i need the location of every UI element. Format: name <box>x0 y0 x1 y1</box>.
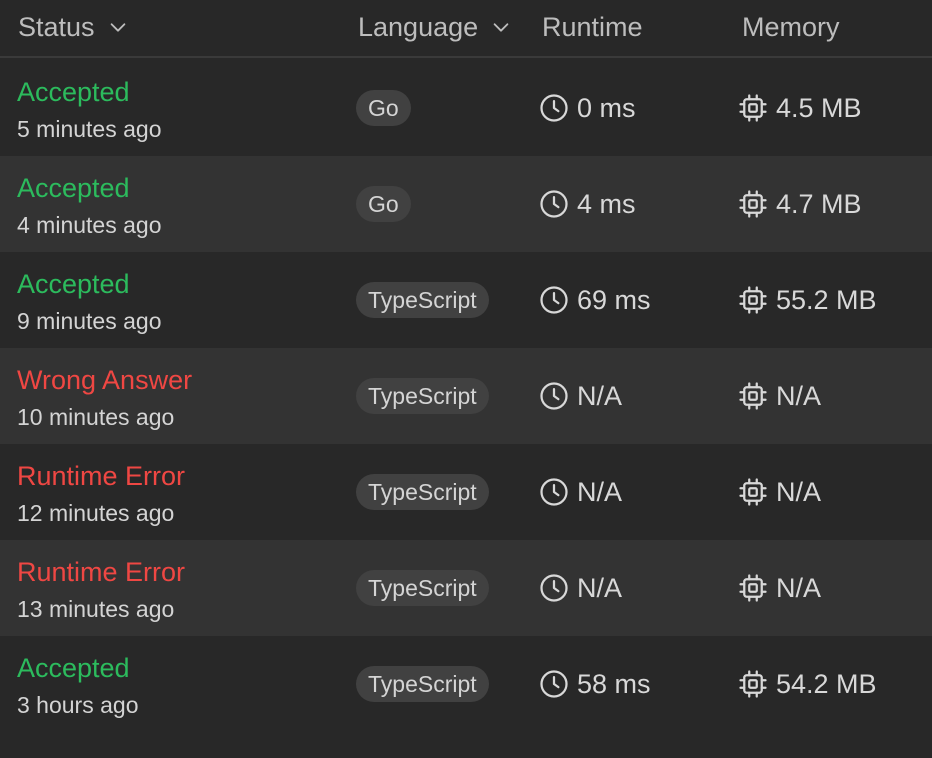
status-header-label: Status <box>18 12 95 42</box>
language-badge: Go <box>356 186 411 222</box>
runtime-value: N/A <box>539 570 622 606</box>
submission-row[interactable]: Runtime Error 13 minutes ago TypeScript … <box>0 540 932 636</box>
submission-time: 4 minutes ago <box>17 212 162 238</box>
language-badge: TypeScript <box>356 282 489 318</box>
memory-text: 54.2 MB <box>776 669 877 699</box>
submission-time: 5 minutes ago <box>17 116 162 142</box>
submission-time: 3 hours ago <box>17 692 139 718</box>
runtime-value: 58 ms <box>539 666 651 702</box>
memory-text: 4.5 MB <box>776 93 862 123</box>
memory-value: N/A <box>738 474 821 510</box>
submission-row[interactable]: Accepted 4 minutes ago Go 4 ms 4.7 MB <box>0 156 932 252</box>
cpu-chip-icon <box>739 478 767 506</box>
memory-value: 4.5 MB <box>738 90 862 126</box>
submission-row[interactable]: Accepted 3 hours ago TypeScript 58 ms 54… <box>0 636 932 732</box>
language-badge: TypeScript <box>356 474 489 510</box>
memory-value: 55.2 MB <box>738 282 877 318</box>
submissions-table: Status Language Runtime Memory Accepted … <box>0 0 932 758</box>
runtime-value: 0 ms <box>539 90 636 126</box>
runtime-header: Runtime <box>542 12 643 42</box>
runtime-text: N/A <box>577 477 623 507</box>
submission-row[interactable]: Wrong Answer 10 minutes ago TypeScript N… <box>0 348 932 444</box>
runtime-value: 4 ms <box>539 186 636 222</box>
submission-status[interactable]: Runtime Error <box>17 460 185 492</box>
submission-status[interactable]: Runtime Error <box>17 556 185 588</box>
runtime-text: 69 ms <box>577 285 651 315</box>
memory-value: 54.2 MB <box>738 666 877 702</box>
submission-row[interactable]: Accepted 9 minutes ago TypeScript 69 ms … <box>0 252 932 348</box>
runtime-text: 0 ms <box>577 93 636 123</box>
clock-icon <box>540 382 568 410</box>
runtime-value: N/A <box>539 474 622 510</box>
cpu-chip-icon <box>739 190 767 218</box>
submission-status[interactable]: Accepted <box>17 268 130 300</box>
cpu-chip-icon <box>739 94 767 122</box>
language-header-label: Language <box>358 12 479 42</box>
cpu-chip-icon <box>739 670 767 698</box>
submission-time: 12 minutes ago <box>17 500 175 526</box>
cpu-chip-icon <box>739 382 767 410</box>
memory-value: 4.7 MB <box>738 186 862 222</box>
clock-icon <box>540 478 568 506</box>
submission-time: 9 minutes ago <box>17 308 162 334</box>
memory-text: 55.2 MB <box>776 285 877 315</box>
runtime-text: N/A <box>577 381 623 411</box>
submission-row[interactable]: Runtime Error 12 minutes ago TypeScript … <box>0 444 932 540</box>
submission-status[interactable]: Accepted <box>17 172 130 204</box>
clock-icon <box>540 94 568 122</box>
submission-status[interactable]: Wrong Answer <box>17 364 192 396</box>
memory-text: N/A <box>776 477 822 507</box>
table-header: Status Language Runtime Memory <box>0 0 932 58</box>
memory-text: N/A <box>776 381 822 411</box>
language-badge: TypeScript <box>356 666 489 702</box>
runtime-header-label: Runtime <box>542 12 643 42</box>
submission-status[interactable]: Accepted <box>17 76 130 108</box>
chevron-down-icon <box>493 23 509 32</box>
language-badge: Go <box>356 90 411 126</box>
runtime-value: N/A <box>539 378 622 414</box>
memory-header-label: Memory <box>742 12 840 42</box>
language-badge: TypeScript <box>356 378 489 414</box>
status-filter[interactable]: Status <box>18 12 129 42</box>
submission-status[interactable]: Accepted <box>17 652 130 684</box>
clock-icon <box>540 190 568 218</box>
submission-time: 10 minutes ago <box>17 404 175 430</box>
runtime-text: 58 ms <box>577 669 651 699</box>
cpu-chip-icon <box>739 574 767 602</box>
language-badge: TypeScript <box>356 570 489 606</box>
runtime-text: 4 ms <box>577 189 636 219</box>
chevron-down-icon <box>110 23 125 32</box>
memory-value: N/A <box>738 570 821 606</box>
memory-text: 4.7 MB <box>776 189 862 219</box>
submission-time: 13 minutes ago <box>17 596 175 622</box>
runtime-text: N/A <box>577 573 623 603</box>
clock-icon <box>540 670 568 698</box>
memory-text: N/A <box>776 573 822 603</box>
submission-rows: Accepted 5 minutes ago Go 0 ms 4.5 MB Ac… <box>0 60 932 732</box>
clock-icon <box>540 286 568 314</box>
cpu-chip-icon <box>739 286 767 314</box>
memory-value: N/A <box>738 378 821 414</box>
memory-header: Memory <box>742 12 840 42</box>
clock-icon <box>540 574 568 602</box>
language-filter[interactable]: Language <box>358 12 512 42</box>
runtime-value: 69 ms <box>539 282 651 318</box>
submission-row[interactable]: Accepted 5 minutes ago Go 0 ms 4.5 MB <box>0 60 932 156</box>
